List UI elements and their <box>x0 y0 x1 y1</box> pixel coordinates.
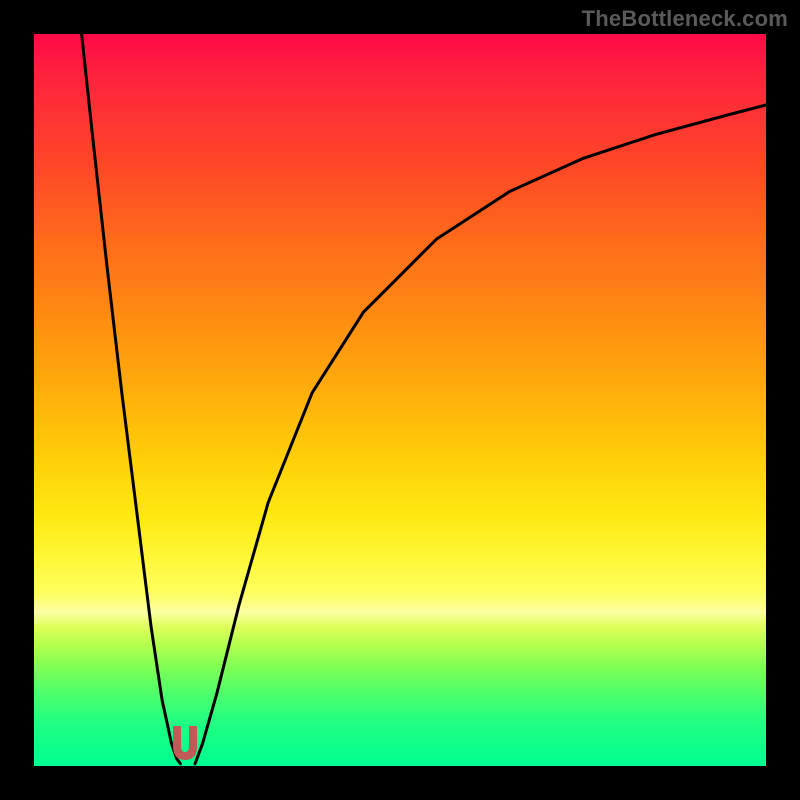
bottleneck-curve <box>34 34 766 766</box>
attribution-label: TheBottleneck.com <box>582 6 788 32</box>
chart-frame: TheBottleneck.com <box>0 0 800 800</box>
dip-marker-icon <box>170 726 200 764</box>
plot-area <box>34 34 766 766</box>
